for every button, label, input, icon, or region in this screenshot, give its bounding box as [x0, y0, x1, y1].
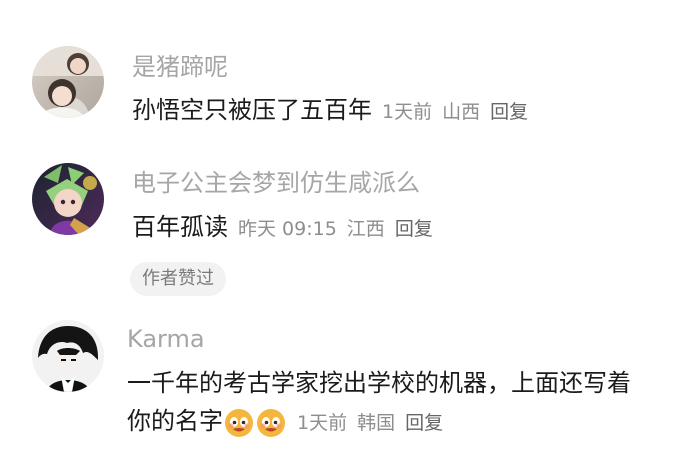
comment-content: 孙悟空只被压了五百年 1天前 山西 回复 — [132, 91, 672, 131]
avatar[interactable] — [32, 46, 104, 118]
comment-location: 江西 — [346, 218, 385, 240]
comment-meta: 1天前 山西 回复 — [372, 101, 528, 123]
avatar[interactable] — [32, 320, 104, 392]
comment-username[interactable]: 电子公主会梦到仿生咸派么 — [132, 168, 420, 198]
comment-content: 一千年的考古学家挖出学校的机器，上面还写着你的名字 1天前 韩国 回复 — [127, 364, 652, 442]
comment-username[interactable]: Karma — [127, 324, 205, 354]
comment-text: 百年孤读 — [132, 213, 228, 241]
user-avatar-image — [32, 163, 104, 235]
reply-button[interactable]: 回复 — [395, 218, 433, 240]
user-avatar-image — [32, 320, 104, 392]
reply-button[interactable]: 回复 — [490, 101, 528, 123]
comment-time: 1天前 — [297, 412, 348, 434]
user-avatar-image — [32, 46, 104, 118]
comment-time: 昨天 09:15 — [238, 218, 337, 240]
comment-text: 孙悟空只被压了五百年 — [132, 96, 372, 124]
comment-meta: 1天前 韩国 回复 — [287, 412, 443, 434]
comment-item: Karma 一千年的考古学家挖出学校的机器，上面还写着你的名字 1天前 韩国 回… — [0, 304, 690, 447]
reply-button[interactable]: 回复 — [405, 412, 443, 434]
comment-location: 韩国 — [357, 412, 396, 434]
comment-username[interactable]: 是猪蹄呢 — [132, 52, 228, 82]
comment-meta: 昨天 09:15 江西 回复 — [228, 218, 433, 240]
comment-location: 山西 — [442, 101, 481, 123]
comment-content: 百年孤读 昨天 09:15 江西 回复 — [132, 208, 672, 248]
comment-item: 电子公主会梦到仿生咸派么 百年孤读 昨天 09:15 江西 回复 — [0, 150, 690, 295]
smiling-face-emoji-icon — [255, 406, 287, 438]
smiling-face-emoji-icon — [223, 406, 255, 438]
comment-time: 1天前 — [382, 101, 433, 123]
author-liked-badge: 作者赞过 — [130, 262, 226, 296]
avatar[interactable] — [32, 163, 104, 235]
comment-item: 是猪蹄呢 孙悟空只被压了五百年 1天前 山西 回复 — [0, 0, 690, 140]
